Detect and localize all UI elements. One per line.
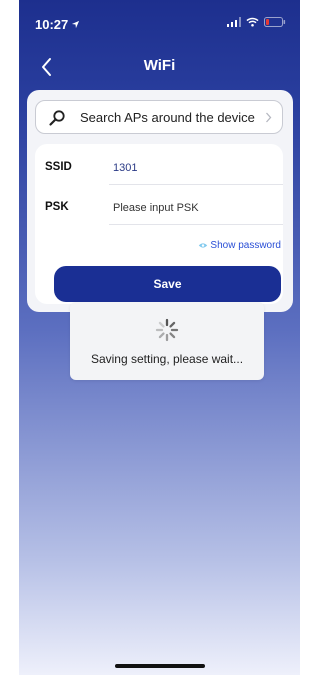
status-bar: 10:27 [19, 0, 300, 48]
phone-screen: 10:27 WiFi Search APs around the device … [19, 0, 300, 675]
search-aps-label: Search APs around the device [80, 110, 255, 125]
chevron-right-icon [266, 112, 272, 123]
show-password-label: Show password [210, 240, 281, 251]
ssid-input[interactable]: 1301 [113, 162, 137, 174]
nav-bar: WiFi [19, 48, 300, 86]
signal-icon [227, 17, 241, 27]
show-password-toggle[interactable]: Show password [198, 240, 281, 251]
save-button[interactable]: Save [54, 266, 281, 302]
page-title: WiFi [143, 57, 176, 74]
psk-input[interactable]: Please input PSK [113, 202, 199, 214]
spinner-icon [155, 318, 179, 342]
search-icon [49, 110, 65, 126]
status-icons [227, 17, 286, 27]
psk-label: PSK [45, 201, 69, 213]
ssid-underline [109, 184, 283, 185]
search-aps-button[interactable]: Search APs around the device [35, 100, 283, 134]
location-arrow-icon [72, 20, 80, 29]
battery-icon [264, 17, 286, 27]
time-text: 10:27 [35, 17, 69, 32]
toast-message: Saving setting, please wait... [90, 352, 244, 366]
wifi-icon [246, 17, 259, 27]
eye-icon [199, 243, 208, 248]
status-time: 10:27 [35, 17, 80, 32]
saving-toast: Saving setting, please wait... [70, 302, 264, 380]
ssid-label: SSID [45, 161, 72, 173]
psk-underline [109, 224, 283, 225]
home-indicator [115, 664, 205, 668]
